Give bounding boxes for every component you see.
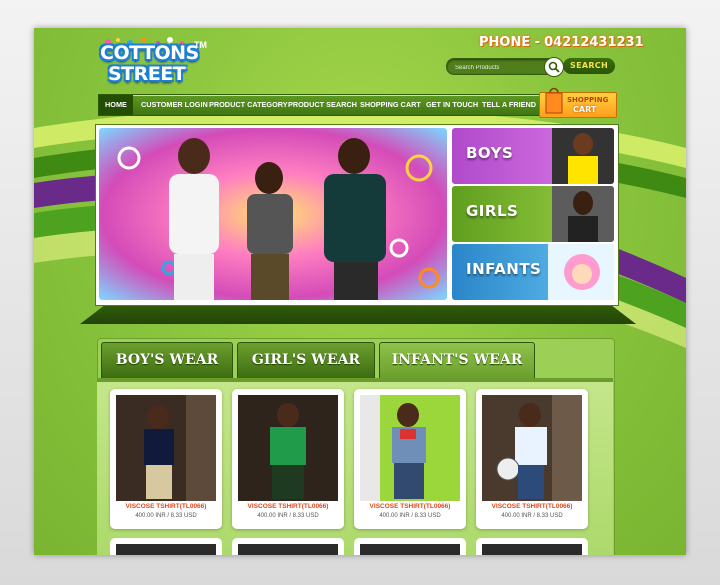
nav-home[interactable]: HOME [99, 95, 133, 115]
product-name[interactable]: VISCOSE TSHIRT(TL0066) [354, 503, 466, 510]
shopping-bag-icon [545, 87, 563, 114]
category-infants[interactable]: INFANTS [452, 244, 614, 300]
girls-photo [552, 186, 614, 242]
product-card[interactable]: VISCOSE TSHIRT(TL0066) 400.00 INR / 8.33… [476, 389, 588, 529]
logo-line2: STREET [108, 63, 186, 85]
product-price: 400.00 INR / 8.33 USD [501, 513, 563, 519]
hero-banner: BOYS GIRLS INFANTS [95, 124, 619, 306]
product-name[interactable]: VISCOSE TSHIRT(TL0066) [232, 503, 344, 510]
product-image[interactable] [116, 544, 216, 555]
nav-product-category[interactable]: PRODUCT CATEGORY [209, 95, 288, 115]
nav-tell-a-friend[interactable]: TELL A FRIEND [482, 95, 536, 115]
product-name[interactable]: VISCOSE TSHIRT(TL0066) [110, 503, 222, 510]
tab-girls-wear[interactable]: GIRL'S WEAR [237, 342, 375, 379]
hero-image[interactable] [99, 128, 447, 300]
product-image[interactable] [360, 544, 460, 555]
tab-boys-wear[interactable]: BOY'S WEAR [101, 342, 233, 379]
web-page: COTTONS STREET TM PHONE -04212431231 SEA… [34, 28, 686, 555]
product-card[interactable]: VISCOSE TSHIRT(TL0066) 400.00 INR / 8.33… [354, 389, 466, 529]
product-card-partial[interactable] [232, 538, 344, 555]
nav-customer-login[interactable]: CUSTOMER LOGIN [141, 95, 208, 115]
site-logo[interactable]: COTTONS STREET TM [96, 36, 207, 85]
nav-get-in-touch[interactable]: GET IN TOUCH [426, 95, 478, 115]
product-card[interactable]: VISCOSE TSHIRT(TL0066) 400.00 INR / 8.33… [232, 389, 344, 529]
product-card[interactable]: VISCOSE TSHIRT(TL0066) 400.00 INR / 8.33… [110, 389, 222, 529]
category-boys-label: BOYS [466, 144, 514, 162]
category-boys[interactable]: BOYS [452, 128, 614, 184]
product-card-partial[interactable] [110, 538, 222, 555]
phone-label: PHONE - [479, 35, 541, 50]
category-girls-label: GIRLS [466, 202, 519, 220]
product-card-partial[interactable] [476, 538, 588, 555]
phone-number: PHONE -04212431231 [479, 35, 644, 50]
nav-shopping-cart[interactable]: SHOPPING CART [360, 95, 421, 115]
search-button[interactable]: SEARCH [563, 58, 615, 74]
logo-tm: TM [194, 40, 207, 50]
nav-product-search[interactable]: PRODUCT SEARCH [288, 95, 357, 115]
logo-line1: COTTONS [100, 42, 199, 64]
product-image[interactable] [238, 395, 338, 501]
product-image[interactable] [238, 544, 338, 555]
product-card-partial[interactable] [354, 538, 466, 555]
shopping-cart-button[interactable]: SHOPPING CART [539, 87, 617, 118]
category-infants-label: INFANTS [466, 260, 542, 278]
product-price: 400.00 INR / 8.33 USD [379, 513, 441, 519]
search-input[interactable] [453, 60, 547, 75]
cart-label-2: CART [573, 105, 597, 114]
phone-value: 04212431231 [544, 35, 644, 50]
product-image[interactable] [360, 395, 460, 501]
tab-infants-wear[interactable]: INFANT'S WEAR [379, 342, 535, 379]
cart-label-1: SHOPPING [567, 96, 609, 104]
search-box [446, 57, 564, 77]
product-image[interactable] [482, 544, 582, 555]
product-price: 400.00 INR / 8.33 USD [135, 513, 197, 519]
infants-photo [548, 244, 614, 300]
boys-photo [552, 128, 614, 184]
search-icon[interactable] [544, 57, 564, 77]
product-name[interactable]: VISCOSE TSHIRT(TL0066) [476, 503, 588, 510]
product-image[interactable] [482, 395, 582, 501]
product-price: 400.00 INR / 8.33 USD [257, 513, 319, 519]
main-nav: HOME CUSTOMER LOGIN PRODUCT CATEGORY PRO… [98, 94, 540, 116]
product-image[interactable] [116, 395, 216, 501]
category-girls[interactable]: GIRLS [452, 186, 614, 242]
